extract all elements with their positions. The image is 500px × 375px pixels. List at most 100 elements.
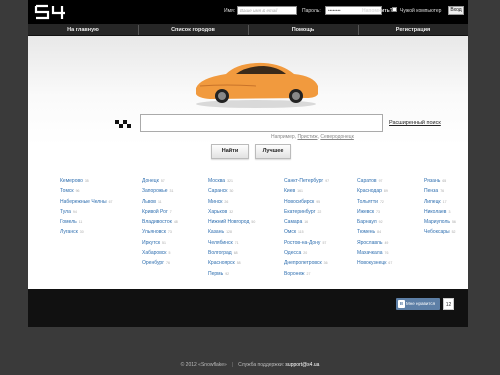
- city-link[interactable]: Томск: [60, 188, 74, 194]
- city-link[interactable]: Киев: [284, 188, 295, 194]
- city-count: 11: [78, 220, 83, 225]
- city-link[interactable]: Ижевск: [357, 209, 374, 215]
- city-count: 5: [168, 251, 171, 256]
- city-link[interactable]: Николаев: [424, 209, 446, 215]
- city-link[interactable]: Иркутск: [142, 240, 160, 246]
- city-link[interactable]: Кривой Рог: [142, 209, 168, 215]
- city-link[interactable]: Липецк: [424, 199, 441, 205]
- city-link[interactable]: Самара: [284, 219, 302, 225]
- copyright-line: © 2012 «Snowflake» | Служба поддержки: sup…: [0, 362, 500, 368]
- city-column: Рязань 65 Пенза 76 Липецк 17 Николаев 3 Мариупол…: [424, 176, 494, 238]
- city-link[interactable]: Новосибирск: [284, 199, 314, 205]
- city-item: Николаев 3: [424, 207, 494, 217]
- city-link[interactable]: Саранск: [208, 188, 227, 194]
- city-link[interactable]: Махачкала: [357, 250, 383, 256]
- login-button[interactable]: Вход: [448, 6, 464, 15]
- foreign-computer-checkbox[interactable]: [392, 7, 397, 12]
- nav-registration[interactable]: Регистрация: [358, 24, 468, 36]
- city-column: Москва 321 Саранск 30 Минск 26 Харьков 32 Нижний…: [208, 176, 278, 279]
- city-link[interactable]: Воронеж: [284, 271, 305, 277]
- city-link[interactable]: Гомель: [60, 219, 77, 225]
- city-link[interactable]: Запорожье: [142, 188, 168, 194]
- city-link[interactable]: Новокузнецк: [357, 260, 386, 266]
- city-item: Ярославль 49: [357, 238, 427, 248]
- city-column: Кемерово 35 Томск 96 Набережные Челны 67 Тула 9…: [60, 176, 130, 238]
- city-count: 84: [377, 230, 382, 235]
- advanced-search-link[interactable]: Расширенный поиск: [389, 120, 441, 126]
- city-item: Днепропетровск 36: [284, 258, 354, 268]
- city-link[interactable]: Тюмень: [357, 229, 375, 235]
- name-label: Имя:: [224, 8, 236, 14]
- nav-city-list[interactable]: Список городов: [138, 24, 248, 36]
- city-link[interactable]: Челябинск: [208, 240, 233, 246]
- city-item: Пенза 76: [424, 186, 494, 196]
- copyright-text: © 2012 «Snowflake»: [180, 362, 227, 368]
- city-link[interactable]: Екатеринбург: [284, 209, 315, 215]
- city-link[interactable]: Казань: [208, 229, 224, 235]
- city-link[interactable]: Луганск: [60, 229, 78, 235]
- city-link[interactable]: Владивосток: [142, 219, 172, 225]
- city-link[interactable]: Красноярск: [208, 260, 235, 266]
- city-link[interactable]: Пермь: [208, 271, 223, 277]
- city-item: Самара 16: [284, 217, 354, 227]
- city-link[interactable]: Харьков: [208, 209, 227, 215]
- city-link[interactable]: Хабаровск: [142, 250, 167, 256]
- city-link[interactable]: Минск: [208, 199, 222, 205]
- city-count: 76: [166, 261, 170, 266]
- nav-help[interactable]: Помощь: [248, 24, 358, 36]
- city-link[interactable]: Львов: [142, 199, 156, 205]
- city-link[interactable]: Омск: [284, 229, 296, 235]
- city-link[interactable]: Саратов: [357, 178, 377, 184]
- city-link[interactable]: Кемерово: [60, 178, 83, 184]
- find-button[interactable]: Найти: [211, 144, 249, 159]
- city-link[interactable]: Ульяновск: [142, 229, 166, 235]
- city-count: 58: [236, 261, 241, 266]
- city-link[interactable]: Ярославль: [357, 240, 382, 246]
- hint-prefix: Например,: [271, 134, 298, 140]
- nav-home[interactable]: На главную: [28, 24, 138, 36]
- city-link[interactable]: Санкт-Петербург: [284, 178, 323, 184]
- city-link[interactable]: Волгоград: [208, 250, 232, 256]
- city-link[interactable]: Рязань: [424, 178, 440, 184]
- city-item: Оренбург 76: [142, 258, 212, 268]
- hint-example-link[interactable]: Пристиж: [297, 134, 317, 140]
- city-link[interactable]: Донецк: [142, 178, 159, 184]
- city-link[interactable]: Оренбург: [142, 260, 164, 266]
- city-link[interactable]: Чебоксары: [424, 229, 450, 235]
- city-link[interactable]: Краснодар: [357, 188, 382, 194]
- city-count: 3: [448, 209, 451, 214]
- city-link[interactable]: Москва: [208, 178, 225, 184]
- city-link[interactable]: Днепропетровск: [284, 260, 322, 266]
- city-item: Одесса 20: [284, 248, 354, 258]
- name-email-input[interactable]: Ваше имя & email: [237, 6, 297, 15]
- vk-like-button[interactable]: В Мне нравится: [396, 298, 440, 310]
- city-count: 72: [379, 199, 384, 204]
- hint-example-link[interactable]: Северодонецк: [320, 134, 354, 140]
- city-link[interactable]: Ростов-на-Дону: [284, 240, 320, 246]
- city-count: 89: [383, 189, 388, 194]
- city-link[interactable]: Тольятти: [357, 199, 378, 205]
- vk-icon: В: [398, 300, 405, 308]
- city-count: 76: [384, 251, 389, 256]
- city-item: Махачкала 76: [357, 248, 427, 258]
- main-content: Расширенный поиск Например, Пристиж, Сев…: [28, 36, 468, 289]
- city-count: 68: [233, 251, 238, 256]
- city-link[interactable]: Одесса: [284, 250, 301, 256]
- city-count: 73: [376, 209, 380, 214]
- best-button[interactable]: Лучшее: [255, 144, 291, 159]
- city-count: 31: [169, 189, 174, 194]
- city-item: Луганск 30: [60, 227, 130, 237]
- city-link[interactable]: Мариуполь: [424, 219, 450, 225]
- city-link[interactable]: Барнаул: [357, 219, 377, 225]
- search-input[interactable]: [140, 114, 383, 132]
- city-item: Киев 161: [284, 186, 354, 196]
- city-column: Донецк 57 Запорожье 31 Львов 11 Кривой Рог 7 Вла…: [142, 176, 212, 269]
- city-link[interactable]: Тула: [60, 209, 71, 215]
- city-count: 65: [442, 179, 447, 183]
- password-label: Пароль:: [302, 8, 321, 14]
- city-link[interactable]: Нижний Новгород: [208, 219, 249, 225]
- city-link[interactable]: Пенза: [424, 188, 438, 194]
- city-link[interactable]: Набережные Челны: [60, 199, 107, 205]
- support-email-link[interactable]: support@s4.ua: [285, 362, 319, 368]
- site-logo[interactable]: [34, 4, 68, 20]
